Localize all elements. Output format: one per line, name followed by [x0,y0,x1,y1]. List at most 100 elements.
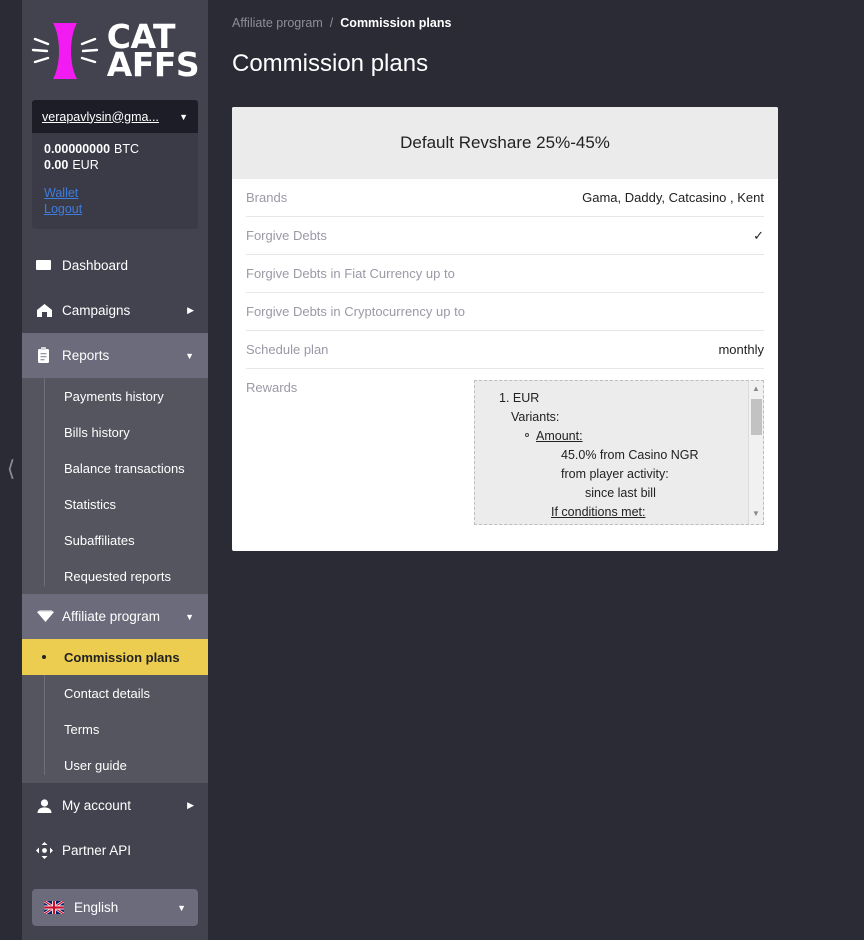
rewards-scrollbar[interactable]: ▲ ▼ [748,381,763,524]
plan-row-brands: Brands Gama, Daddy, Catcasino , Kent [246,179,764,217]
chevron-down-icon: ▼ [185,611,194,622]
balance-row: 0.00000000 BTC [44,142,186,156]
commission-plan-card: Default Revshare 25%-45% Brands Gama, Da… [232,107,778,551]
sidebar-item-label: My account [62,798,132,813]
sidebar-item-reports[interactable]: Reports ▼ [22,333,208,378]
account-box: verapavlysin@gma... ▼ 0.00000000 BTC 0.00… [32,100,198,229]
sidebar-subitem-label: Payments history [64,388,164,404]
balance-currency: EUR [72,158,99,172]
cat-logo-icon [31,23,98,79]
sidebar-item-label: Reports [62,348,110,363]
rewards-scroll-box[interactable]: 1. EUR Variants: Amount: 45.0% from Casi… [474,380,764,525]
logo[interactable]: CAT AFFS [22,0,208,96]
language-selector[interactable]: English ▼ [32,889,198,926]
user-icon [36,798,62,814]
breadcrumb-parent[interactable]: Affiliate program [232,16,323,30]
sidebar-subitem-label: Contact details [64,685,150,701]
sidebar-subitem-user-guide[interactable]: User guide [22,747,208,783]
plan-row-value: monthly [718,342,764,357]
plan-row-forgive-debts: Forgive Debts ✓ [246,217,764,255]
sidebar-subitem-requested-reports[interactable]: Requested reports [22,558,208,594]
app-root: ⟨ CAT AFFS verapavlysin@gma... ▼ 0.00000… [0,0,864,940]
rewards-amount-label: Amount: [536,429,583,443]
chevron-down-icon: ▼ [177,902,186,913]
sidebar-subitem-balance-transactions[interactable]: Balance transactions [22,450,208,486]
sidebar-item-partner-api[interactable]: Partner API [22,828,208,873]
plan-row-forgive-debts-crypto: Forgive Debts in Cryptocurrency up to [246,293,764,331]
plan-row-value: Gama, Daddy, Catcasino , Kent [582,190,764,205]
sidebar: CAT AFFS verapavlysin@gma... ▼ 0.0000000… [22,0,208,940]
plan-header: Default Revshare 25%-45% [232,107,778,179]
sidebar-subitem-subaffiliates[interactable]: Subaffiliates [22,522,208,558]
dashboard-icon [36,258,62,273]
rewards-currency-line: 1. EUR [475,389,763,408]
chevron-right-icon: ▶ [187,305,194,315]
sidebar-subitem-label: Statistics [64,496,117,512]
logout-link[interactable]: Logout [44,202,186,216]
page-title: Commission plans [232,50,429,77]
submenu-reports: Payments history Bills history Balance t… [22,378,208,594]
diamond-icon [36,609,62,624]
sidebar-subitem-label: User guide [64,757,127,773]
plan-row-key: Forgive Debts in Fiat Currency up to [246,266,455,281]
plan-row-forgive-debts-fiat: Forgive Debts in Fiat Currency up to [246,255,764,293]
sidebar-item-campaigns[interactable]: Campaigns ▶ [22,288,208,333]
sidebar-subitem-payments-history[interactable]: Payments history [22,378,208,414]
scroll-down-arrow-icon[interactable]: ▼ [752,506,760,524]
uk-flag-icon [44,901,64,914]
plan-row-key: Rewards [246,380,298,395]
rewards-index: 1. [499,391,510,405]
plan-row-key: Forgive Debts [246,228,327,243]
scroll-up-arrow-icon[interactable]: ▲ [752,381,760,395]
account-email-dropdown[interactable]: verapavlysin@gma... ▼ [32,100,198,133]
sidebar-subitem-label: Balance transactions [64,460,185,476]
plan-row-key: Schedule plan [246,342,329,357]
rewards-conditions-label: If conditions met: [551,505,646,519]
rewards-content: 1. EUR Variants: Amount: 45.0% from Casi… [475,381,763,522]
breadcrumb: Affiliate program / Commission plans [224,0,848,30]
sidebar-item-affiliate-program[interactable]: Affiliate program ▼ [22,594,208,639]
plan-row-key: Brands [246,190,288,205]
plan-title: Default Revshare 25%-45% [400,133,610,152]
sidebar-subitem-label: Bills history [64,424,130,440]
balances: 0.00000000 BTC 0.00 EUR [32,133,198,180]
account-links: Wallet Logout [32,180,198,229]
rewards-activity-label: from player activity: [561,467,669,481]
sidebar-subitem-terms[interactable]: Terms [22,711,208,747]
sidebar-subitem-bills-history[interactable]: Bills history [22,414,208,450]
sidebar-item-dashboard[interactable]: Dashboard [22,243,208,288]
sidebar-nav: Dashboard Campaigns ▶ Reports ▼ Payments… [22,243,208,883]
plan-row-key: Forgive Debts in Cryptocurrency up to [246,304,465,319]
scrollbar-thumb[interactable] [750,399,762,435]
sidebar-subitem-label: Terms [64,721,100,737]
breadcrumb-separator: / [329,16,334,30]
balance-amount: 0.00000000 [44,142,111,156]
home-icon [36,303,62,318]
chevron-down-icon: ▼ [185,350,194,361]
checkmark-icon: ✓ [753,228,764,243]
sidebar-item-label: Dashboard [62,258,129,273]
account-email: verapavlysin@gma... [42,109,159,124]
sidebar-item-label: Campaigns [62,303,131,318]
chevron-down-icon: ▼ [179,111,188,122]
sidebar-subitem-contact-details[interactable]: Contact details [22,675,208,711]
sidebar-collapse-handle[interactable]: ⟨ [0,0,22,940]
sidebar-item-my-account[interactable]: My account ▶ [22,783,208,828]
rewards-amount-value: 45.0% from Casino NGR [561,448,699,462]
sidebar-subitem-commission-plans[interactable]: Commission plans [22,639,208,675]
rewards-currency: EUR [512,391,540,405]
sidebar-subitem-label: Subaffiliates [64,532,135,548]
balance-amount: 0.00 [44,158,69,172]
rewards-variants-label: Variants: [511,410,560,424]
bullet-icon [525,433,529,437]
clipboard-icon [36,347,62,364]
sidebar-subitem-statistics[interactable]: Statistics [22,486,208,522]
plan-details: Brands Gama, Daddy, Catcasino , Kent For… [232,179,778,551]
sidebar-subitem-label: Commission plans [64,649,180,665]
sidebar-item-label: Partner API [62,843,132,858]
plan-row-rewards: Rewards 1. EUR Variants: Amount: 45.0% f… [246,369,764,529]
rewards-amount-bullet: Amount: [475,427,763,446]
wallet-link[interactable]: Wallet [44,186,186,200]
logo-text-line2: AFFS [106,45,200,84]
sidebar-subitem-label: Requested reports [64,568,171,584]
